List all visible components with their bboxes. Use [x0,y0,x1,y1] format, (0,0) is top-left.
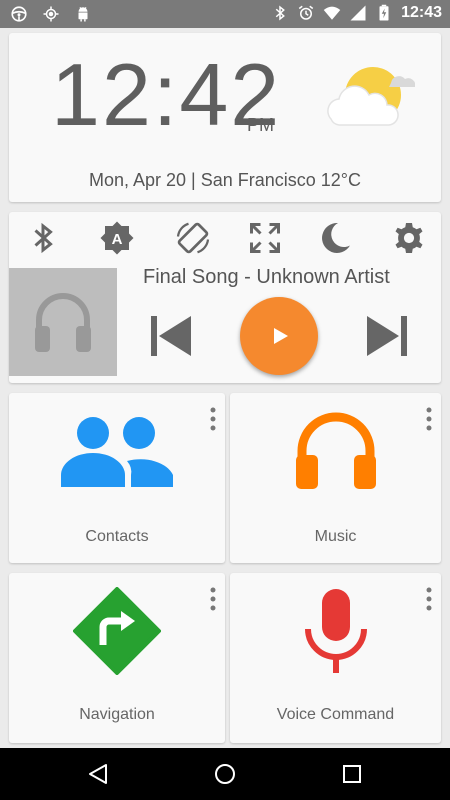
app-tile-navigation[interactable]: Navigation [9,573,225,743]
android-icon [78,6,88,22]
album-art[interactable] [9,268,117,376]
play-button[interactable] [240,297,318,375]
auto-brightness-icon[interactable]: A [99,220,135,256]
clock-ampm: PM [247,115,274,135]
steering-wheel-icon [11,6,27,22]
clock-widget[interactable]: 12:42 PM Mon, Apr 20 | San Francisco 12°… [9,33,441,202]
status-bar: 12:43 [0,0,450,28]
more-options-icon[interactable] [209,407,217,431]
settings-icon[interactable] [391,220,427,256]
headphones-icon [35,293,91,352]
app-label-voice-command: Voice Command [276,706,395,723]
more-options-icon[interactable] [425,587,433,611]
fullscreen-icon[interactable] [247,220,283,256]
app-tile-voice-command[interactable]: Voice Command [230,573,441,743]
gps-icon [43,6,59,22]
app-tile-music[interactable]: Music [230,393,441,563]
app-label-contacts: Contacts [85,528,149,545]
app-label-navigation: Navigation [79,706,155,723]
home-icon[interactable] [213,762,237,786]
next-track-button[interactable] [365,314,409,358]
night-mode-icon[interactable] [317,220,353,256]
bluetooth-icon[interactable] [25,220,61,256]
navigation-bar [0,748,450,800]
status-time: 12:43 [401,4,442,21]
svg-text:A: A [112,231,123,248]
battery-charging-icon [379,4,389,21]
more-options-icon[interactable] [209,587,217,611]
music-headphones-icon [296,412,376,489]
bluetooth-icon [275,5,285,21]
wifi-icon [323,6,341,20]
navigation-icon [73,587,161,675]
microphone-icon [305,589,367,673]
back-icon[interactable] [86,762,110,786]
recents-icon[interactable] [340,762,364,786]
app-label-music: Music [314,528,357,545]
previous-track-button[interactable] [149,314,193,358]
media-controls-card: A Final Song - Unknown Artist [9,212,441,383]
more-options-icon[interactable] [425,407,433,431]
screen-rotation-icon[interactable] [175,220,211,256]
partly-cloudy-icon [327,67,415,126]
alarm-icon [298,5,314,20]
date-location: Mon, Apr 20 | San Francisco 12°C [88,170,361,190]
signal-icon [350,5,366,21]
app-tile-contacts[interactable]: Contacts [9,393,225,563]
contacts-icon [61,417,173,487]
song-title: Final Song - Unknown Artist [143,266,390,288]
play-icon [274,328,288,344]
